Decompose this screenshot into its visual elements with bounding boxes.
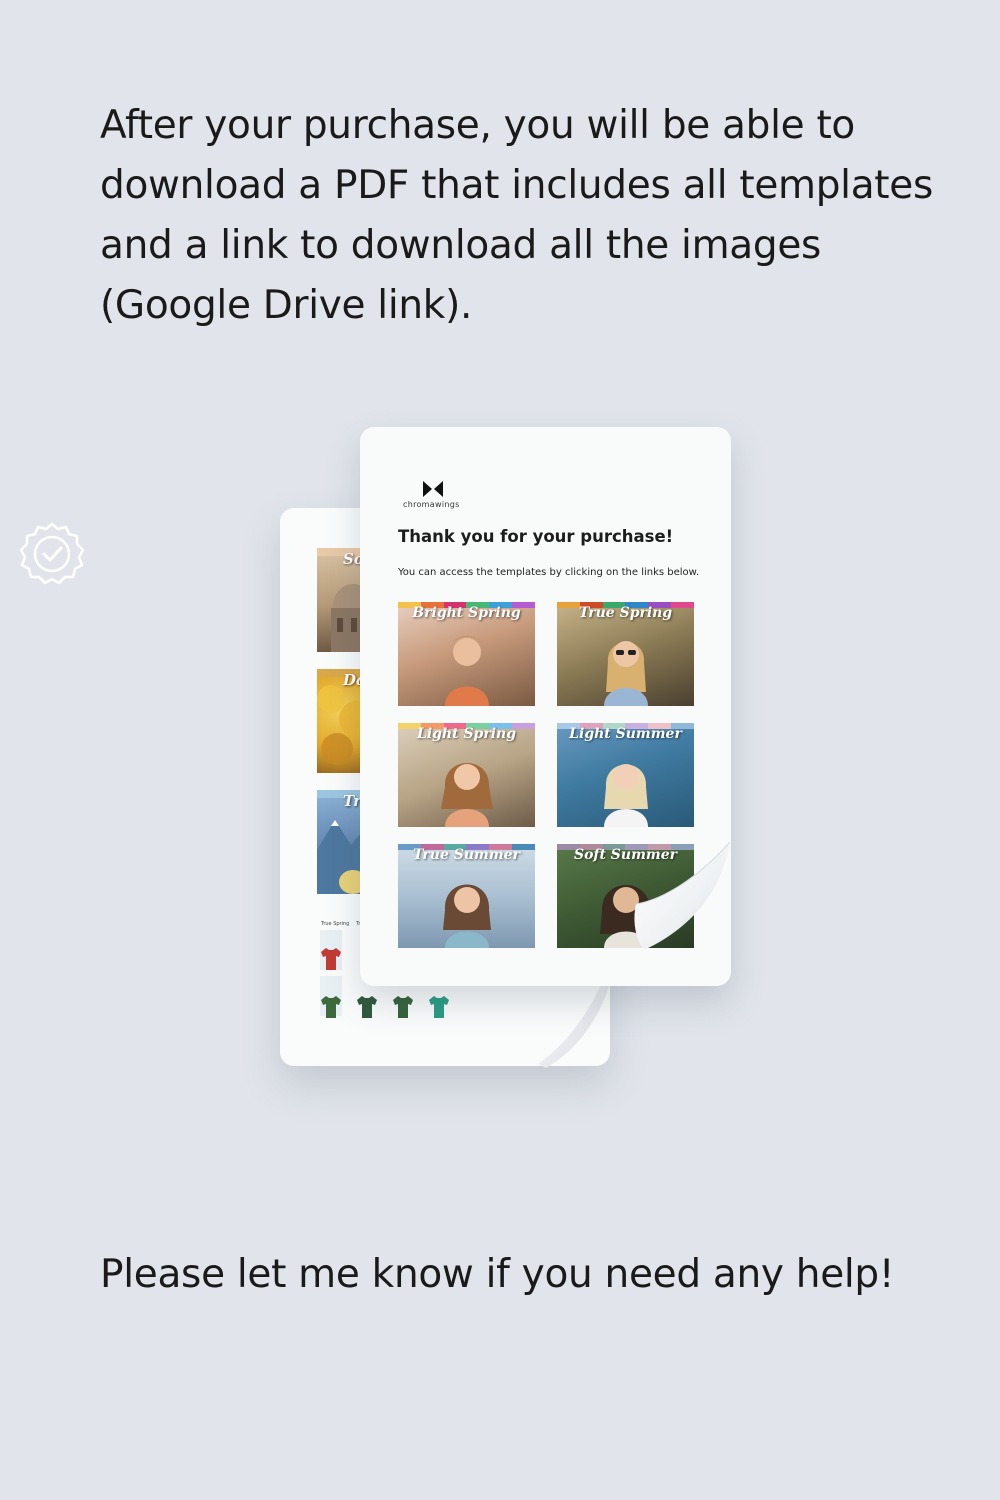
shirt-label: True Spring [321, 921, 350, 927]
template-link-true-spring[interactable]: True Spring [557, 602, 694, 706]
brand-name: chromawings [403, 500, 460, 509]
page-curl-front [634, 842, 731, 950]
template-label: Light Spring [416, 726, 517, 742]
butterfly-logo-icon [423, 481, 443, 497]
portrait-image [603, 641, 648, 706]
page-subtitle: You can access the templates by clicking… [398, 567, 700, 578]
template-label: True Spring [578, 605, 673, 621]
tshirt-icon [429, 996, 449, 1018]
tshirt-icon [321, 996, 341, 1018]
tshirt-icon [357, 996, 377, 1018]
template-link-true-summer[interactable]: True Summer [398, 844, 535, 948]
tshirt-icon [321, 948, 341, 970]
portrait-image [444, 636, 489, 706]
template-label: True Summer [413, 847, 520, 863]
template-label: Bright Spring [412, 605, 521, 621]
template-link-light-spring[interactable]: Light Spring [398, 723, 535, 827]
portrait-image [440, 763, 493, 827]
back-thumb-label: Tr [343, 792, 361, 810]
portrait-image [442, 884, 491, 948]
page-title: Thank you for your purchase! [398, 527, 674, 546]
template-label: Light Summer [569, 726, 682, 742]
verified-badge-icon [19, 522, 85, 585]
portrait-image [603, 764, 648, 827]
outro-text: Please let me know if you need any help! [100, 1252, 895, 1297]
template-link-bright-spring[interactable]: Bright Spring [398, 602, 535, 706]
template-link-light-summer[interactable]: Light Summer [557, 723, 694, 827]
intro-text: After your purchase, you will be able to… [100, 103, 934, 328]
tshirt-icon [393, 996, 413, 1018]
